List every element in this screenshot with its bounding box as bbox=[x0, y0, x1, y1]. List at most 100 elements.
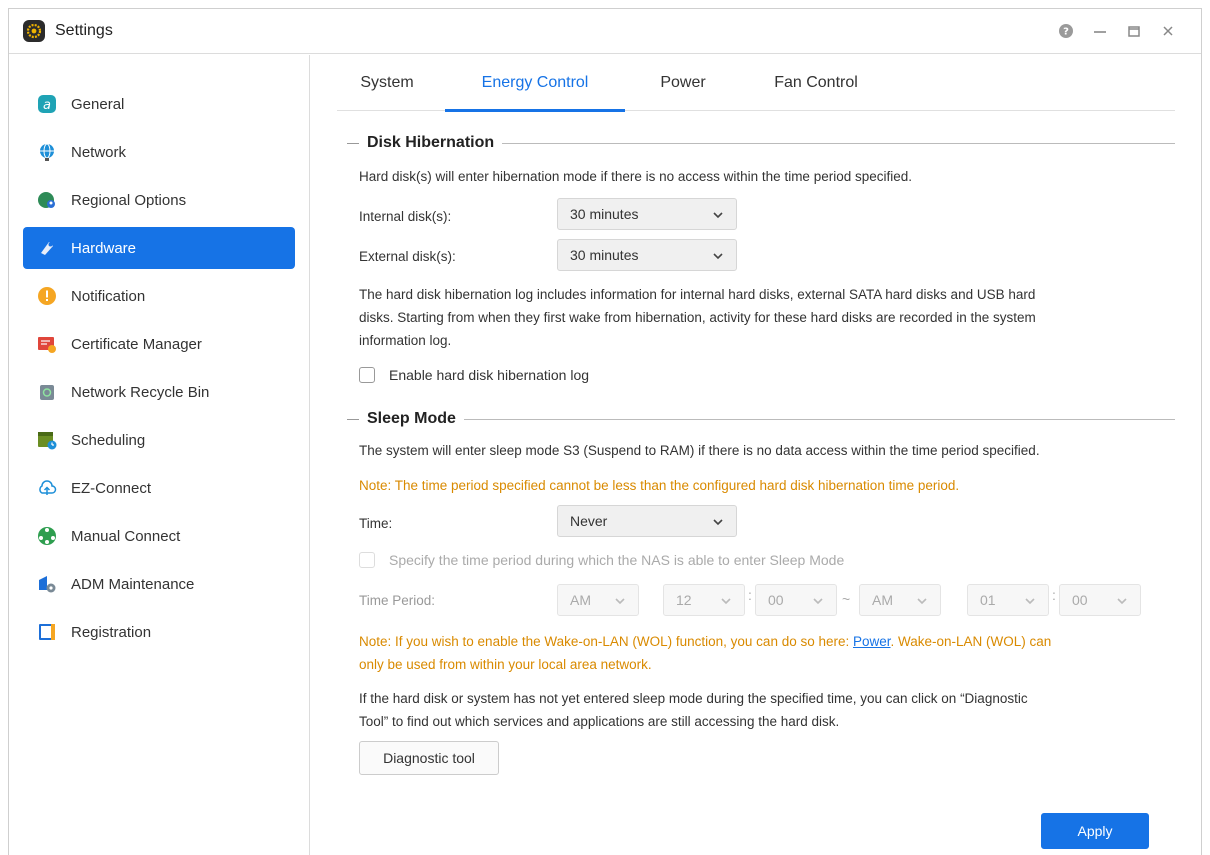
start-minute-select[interactable]: 00 bbox=[755, 584, 837, 616]
tab-bar: System Energy Control Power Fan Control bbox=[337, 55, 1175, 112]
recycle-bin-icon bbox=[37, 382, 57, 402]
chevron-down-icon bbox=[916, 594, 928, 606]
sidebar-item-label: ADM Maintenance bbox=[71, 575, 195, 593]
maintenance-icon bbox=[37, 574, 57, 594]
wol-note-line-1: Note: If you wish to enable the Wake-on-… bbox=[359, 630, 1051, 653]
sleep-time-label: Time: bbox=[359, 516, 393, 531]
time-period-label: Time Period: bbox=[359, 593, 436, 608]
start-minute-value: 00 bbox=[768, 592, 784, 608]
disk-hibernation-description: Hard disk(s) will enter hibernation mode… bbox=[359, 169, 913, 184]
hibernation-log-checkbox[interactable] bbox=[359, 367, 375, 383]
general-icon: a bbox=[37, 94, 57, 114]
maximize-icon[interactable] bbox=[1127, 24, 1141, 38]
svg-text:a: a bbox=[43, 98, 51, 113]
power-link[interactable]: Power bbox=[853, 634, 891, 649]
sleep-period-checkbox-row[interactable]: Specify the time period during which the… bbox=[359, 552, 844, 568]
sidebar-item-label: Scheduling bbox=[71, 431, 146, 449]
internal-disk-select[interactable]: 30 minutes bbox=[557, 198, 737, 230]
hibernation-log-checkbox-row[interactable]: Enable hard disk hibernation log bbox=[359, 367, 589, 383]
end-ampm-value: AM bbox=[872, 592, 893, 608]
sidebar-item-label: Hardware bbox=[71, 239, 137, 257]
sidebar-item-label: Certificate Manager bbox=[71, 335, 202, 353]
time-colon: : bbox=[748, 587, 752, 603]
chevron-down-icon bbox=[720, 594, 732, 606]
notification-icon bbox=[37, 286, 57, 306]
start-hour-value: 12 bbox=[676, 592, 692, 608]
sleep-mode-description: The system will enter sleep mode S3 (Sus… bbox=[359, 443, 1040, 458]
sleep-mode-title: Sleep Mode bbox=[367, 410, 456, 427]
sidebar-item-hardware[interactable]: Hardware bbox=[23, 227, 295, 269]
start-ampm-value: AM bbox=[570, 592, 591, 608]
close-icon[interactable] bbox=[1161, 24, 1175, 38]
sleep-period-checkbox-label: Specify the time period during which the… bbox=[389, 552, 845, 568]
end-hour-value: 01 bbox=[980, 592, 996, 608]
sidebar-item-label: Manual Connect bbox=[71, 527, 181, 545]
sidebar-item-general[interactable]: a General bbox=[23, 83, 295, 125]
sidebar-item-ez-connect[interactable]: EZ-Connect bbox=[23, 467, 295, 509]
external-disk-select[interactable]: 30 minutes bbox=[557, 239, 737, 271]
sleep-mode-header: Sleep Mode bbox=[347, 410, 1175, 428]
help-icon[interactable]: ? bbox=[1059, 24, 1073, 38]
sidebar-item-label: EZ-Connect bbox=[71, 479, 152, 497]
chevron-down-icon bbox=[614, 594, 626, 606]
disk-hibernation-title: Disk Hibernation bbox=[367, 134, 495, 151]
end-hour-select[interactable]: 01 bbox=[967, 584, 1049, 616]
time-colon: : bbox=[1052, 587, 1056, 603]
cloud-icon bbox=[37, 478, 57, 498]
sleep-time-value: Never bbox=[570, 513, 608, 529]
sidebar-item-network-recycle-bin[interactable]: Network Recycle Bin bbox=[23, 371, 295, 413]
sidebar-item-regional-options[interactable]: Regional Options bbox=[23, 179, 295, 221]
network-icon bbox=[37, 142, 57, 162]
tab-system[interactable]: System bbox=[349, 55, 425, 111]
diagnostic-tool-button[interactable]: Diagnostic tool bbox=[359, 741, 499, 775]
hibernation-log-info-line-2: disks. Starting from when they first wak… bbox=[359, 310, 1036, 325]
sidebar-item-adm-maintenance[interactable]: ADM Maintenance bbox=[23, 563, 295, 605]
minimize-icon[interactable] bbox=[1093, 24, 1107, 38]
hibernation-log-info-line-3: information log. bbox=[359, 333, 452, 348]
hibernation-log-info-line-1: The hard disk hibernation log includes i… bbox=[359, 287, 1036, 302]
sidebar-item-label: Regional Options bbox=[71, 191, 187, 209]
external-disk-value: 30 minutes bbox=[570, 247, 639, 263]
chevron-down-icon bbox=[712, 515, 724, 527]
sleep-period-checkbox[interactable] bbox=[359, 552, 375, 568]
sidebar-item-scheduling[interactable]: Scheduling bbox=[23, 419, 295, 461]
tab-energy-control[interactable]: Energy Control bbox=[445, 55, 625, 112]
sidebar-item-notification[interactable]: Notification bbox=[23, 275, 295, 317]
tab-power[interactable]: Power bbox=[645, 55, 721, 111]
sidebar-item-label: Notification bbox=[71, 287, 146, 305]
chevron-down-icon bbox=[712, 208, 724, 220]
sidebar-item-label: Network Recycle Bin bbox=[71, 383, 210, 401]
disk-hibernation-header: Disk Hibernation bbox=[347, 134, 1175, 152]
start-hour-select[interactable]: 12 bbox=[663, 584, 745, 616]
end-minute-value: 00 bbox=[1072, 592, 1088, 608]
sleep-mode-note: Note: The time period specified cannot b… bbox=[359, 478, 960, 493]
settings-window: Settings ? a General Network Regional Op… bbox=[8, 8, 1202, 855]
regional-options-icon bbox=[37, 190, 57, 210]
range-separator: ~ bbox=[842, 591, 851, 607]
end-minute-select[interactable]: 00 bbox=[1059, 584, 1141, 616]
sidebar-item-manual-connect[interactable]: Manual Connect bbox=[23, 515, 295, 557]
external-disk-label: External disk(s): bbox=[359, 249, 456, 264]
sidebar-item-registration[interactable]: Registration bbox=[23, 611, 295, 653]
registration-icon bbox=[37, 622, 57, 642]
wol-note-line-2: only be used from within your local area… bbox=[359, 657, 652, 672]
chevron-down-icon bbox=[712, 249, 724, 261]
chevron-down-icon bbox=[812, 594, 824, 606]
chevron-down-icon bbox=[1024, 594, 1036, 606]
sidebar: a General Network Regional Options Hardw… bbox=[9, 55, 310, 855]
svg-text:?: ? bbox=[1063, 27, 1069, 38]
manual-connect-icon bbox=[37, 526, 57, 546]
sidebar-item-network[interactable]: Network bbox=[23, 131, 295, 173]
apply-button[interactable]: Apply bbox=[1041, 813, 1149, 849]
sidebar-item-label: Registration bbox=[71, 623, 152, 641]
sidebar-item-certificate-manager[interactable]: Certificate Manager bbox=[23, 323, 295, 365]
hibernation-log-checkbox-label: Enable hard disk hibernation log bbox=[389, 367, 590, 383]
start-ampm-select[interactable]: AM bbox=[557, 584, 639, 616]
window-title: Settings bbox=[55, 22, 113, 39]
tab-fan-control[interactable]: Fan Control bbox=[761, 55, 871, 111]
sidebar-item-label: General bbox=[71, 95, 125, 113]
content-panel: System Energy Control Power Fan Control … bbox=[311, 55, 1201, 855]
sleep-time-select[interactable]: Never bbox=[557, 505, 737, 537]
end-ampm-select[interactable]: AM bbox=[859, 584, 941, 616]
settings-app-icon bbox=[23, 20, 45, 42]
